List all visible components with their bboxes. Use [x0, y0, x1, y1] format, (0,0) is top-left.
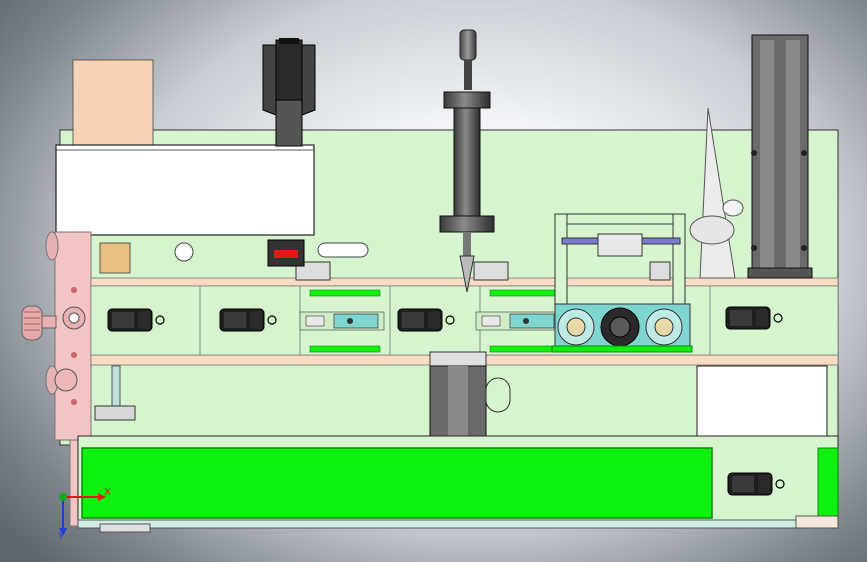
bearing-module — [551, 303, 693, 353]
linear-module — [747, 34, 813, 279]
feeder-unit-2 — [475, 311, 561, 331]
feeder-unit-1 — [299, 311, 385, 331]
right-cabinet — [696, 365, 828, 445]
coil — [99, 242, 131, 274]
bottom-conveyor — [77, 435, 839, 533]
machine-assembly-drawing — [21, 29, 839, 536]
cad-viewport: X Y — [0, 0, 867, 562]
x-axis-label: X — [104, 487, 111, 498]
handwheel-icon[interactable] — [21, 305, 57, 341]
control-box — [72, 59, 154, 146]
upper-cabinet — [55, 144, 315, 236]
y-axis-label: Y — [58, 531, 65, 542]
